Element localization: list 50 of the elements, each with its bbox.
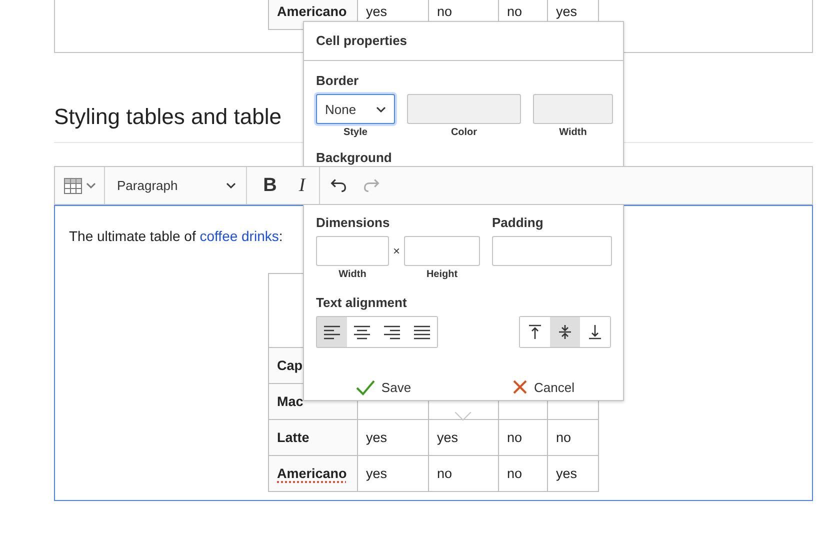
field-caption: Color [450,127,478,138]
paragraph-text: The ultimate table of coffee drinks: [69,227,284,246]
align-top-icon [527,324,543,340]
table-cell: yes [428,420,498,456]
row-header-cell: Americano [268,456,358,492]
section-label: Border [316,73,360,88]
checkmark-icon [356,378,376,396]
coffee-drinks-link[interactable]: coffee drinks [200,228,279,244]
align-middle-button[interactable] [550,317,580,347]
cancel-button[interactable]: Cancel [464,362,623,412]
section-label: Text alignment [316,295,408,310]
redo-icon [363,177,380,194]
align-bottom-icon [587,324,603,340]
table-cell: no [498,420,548,456]
caret-icon [376,106,386,112]
paragraph-dropdown[interactable]: Paragraph [105,167,247,204]
undo-icon [330,177,347,194]
times-sign: × [393,243,400,260]
width-field[interactable] [316,236,389,266]
align-center-icon [354,324,370,340]
field-caption: Width [559,127,587,138]
table-icon [64,178,82,194]
align-left-icon [324,324,340,340]
border-style-dropdown[interactable]: None [316,94,395,124]
table-cell: no [428,456,498,492]
close-icon [512,379,528,395]
align-right-icon [384,324,400,340]
field-caption: Style [344,127,368,138]
section-label: Padding [492,215,544,230]
align-middle-icon [557,324,573,340]
table-cell: no [498,456,548,492]
section-label: Background [316,150,393,165]
bold-button[interactable]: B [255,167,285,204]
table-cell: no [548,420,598,456]
align-justify-icon [414,324,430,340]
table-cell: yes [548,456,598,492]
table-cell: yes [358,456,428,492]
italic-button[interactable]: I [285,167,319,204]
table-cell: yes [358,420,428,456]
caret-icon [86,182,96,189]
caret-icon [226,182,236,189]
row-header-cell: Latte [268,420,358,456]
section-heading: Styling tables and table [54,103,282,131]
align-left-button[interactable] [317,317,347,347]
height-field[interactable] [404,236,480,266]
field-caption: Width [338,269,366,280]
field-caption: Height [426,269,458,280]
padding-field[interactable] [492,236,612,266]
panel-title: Cell properties [304,22,623,61]
section-label: Dimensions [316,215,391,230]
